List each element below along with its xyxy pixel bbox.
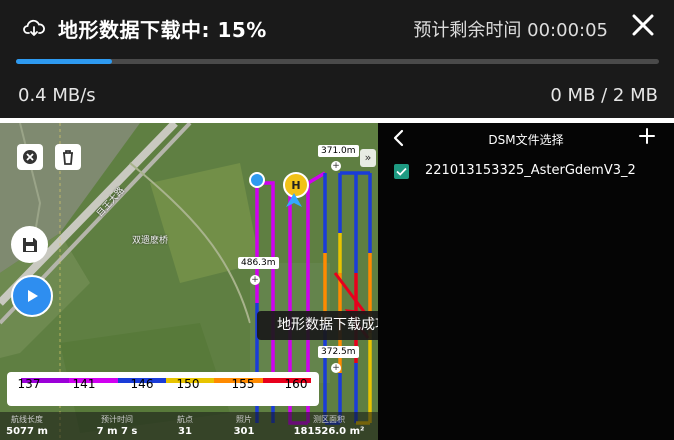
dsm-file-item[interactable]: 221013153325_AsterGdemV3_2 [394, 161, 654, 181]
file-checkbox[interactable] [394, 164, 409, 179]
home-marker-label: H [291, 178, 301, 192]
file-name: 221013153325_AsterGdemV3_2 [425, 163, 636, 178]
add-waypoint-icon[interactable]: + [331, 161, 341, 171]
close-icon[interactable] [630, 12, 656, 38]
add-waypoint-icon[interactable]: + [331, 363, 341, 373]
clear-route-button[interactable] [17, 144, 43, 170]
add-file-icon[interactable] [638, 127, 656, 145]
panel-title: DSM文件选择 [488, 133, 564, 147]
save-icon [22, 237, 37, 252]
play-icon [28, 290, 38, 302]
delete-circle-icon [23, 150, 37, 164]
panel-header: DSM文件选择 [378, 123, 674, 153]
legend-value: 137 [17, 377, 41, 391]
elevation-legend: 137 141 146 150 155 160 [7, 372, 319, 406]
cloud-download-icon [23, 19, 45, 36]
stat-area: 测区面积 181526.0 m² [293, 415, 365, 437]
legend-value: 150 [176, 377, 200, 391]
distance-label: 371.0m [318, 145, 359, 157]
stat-photos: 照片 301 [233, 415, 255, 437]
aircraft-icon [286, 193, 302, 207]
distance-label: 486.3m [238, 257, 279, 269]
trash-icon [63, 150, 73, 165]
download-size: 0 MB / 2 MB [550, 85, 658, 106]
download-banner: 地形数据下载中: 15% 预计剩余时间 00:00:05 0.4 MB/s 0 … [0, 0, 674, 118]
stat-route-length: 航线长度 5077 m [6, 415, 48, 437]
map-label-bridge: 双遗麽桥 [132, 236, 169, 246]
distance-label: 372.5m [318, 346, 359, 358]
start-mission-button[interactable] [11, 275, 53, 317]
download-title: 地形数据下载中: 15% [58, 18, 267, 42]
toast-message: 地形数据下载成功 [257, 311, 378, 340]
map-view[interactable]: 双遗麽桥 目王大路 H 371.0m 486.3m 372.5m + + + » [0, 123, 378, 440]
collapse-panel-icon[interactable]: » [360, 149, 376, 167]
elevation-color-bar [21, 378, 311, 383]
save-button[interactable] [11, 226, 48, 263]
add-waypoint-icon[interactable]: + [250, 275, 260, 285]
legend-value: 155 [231, 377, 255, 391]
dsm-file-panel: DSM文件选择 221013153325_AsterGdemV3_2 [378, 123, 674, 440]
check-icon [396, 167, 407, 176]
progress-fill [16, 59, 113, 64]
route-stats-bar: 航线长度 5077 m 预计时间 7 m 7 s 航点 31 照片 301 测区… [0, 412, 378, 440]
remaining-time: 预计剩余时间 00:00:05 [413, 20, 608, 41]
stat-waypoints: 航点 31 [177, 415, 193, 437]
delete-waypoint-button[interactable] [55, 144, 81, 170]
download-progress-bar [16, 59, 659, 64]
legend-value: 160 [284, 377, 308, 391]
legend-value: 141 [72, 377, 96, 391]
legend-value: 146 [130, 377, 154, 391]
stat-estimated-time: 预计时间 7 m 7 s [96, 415, 138, 437]
download-speed: 0.4 MB/s [18, 85, 96, 106]
